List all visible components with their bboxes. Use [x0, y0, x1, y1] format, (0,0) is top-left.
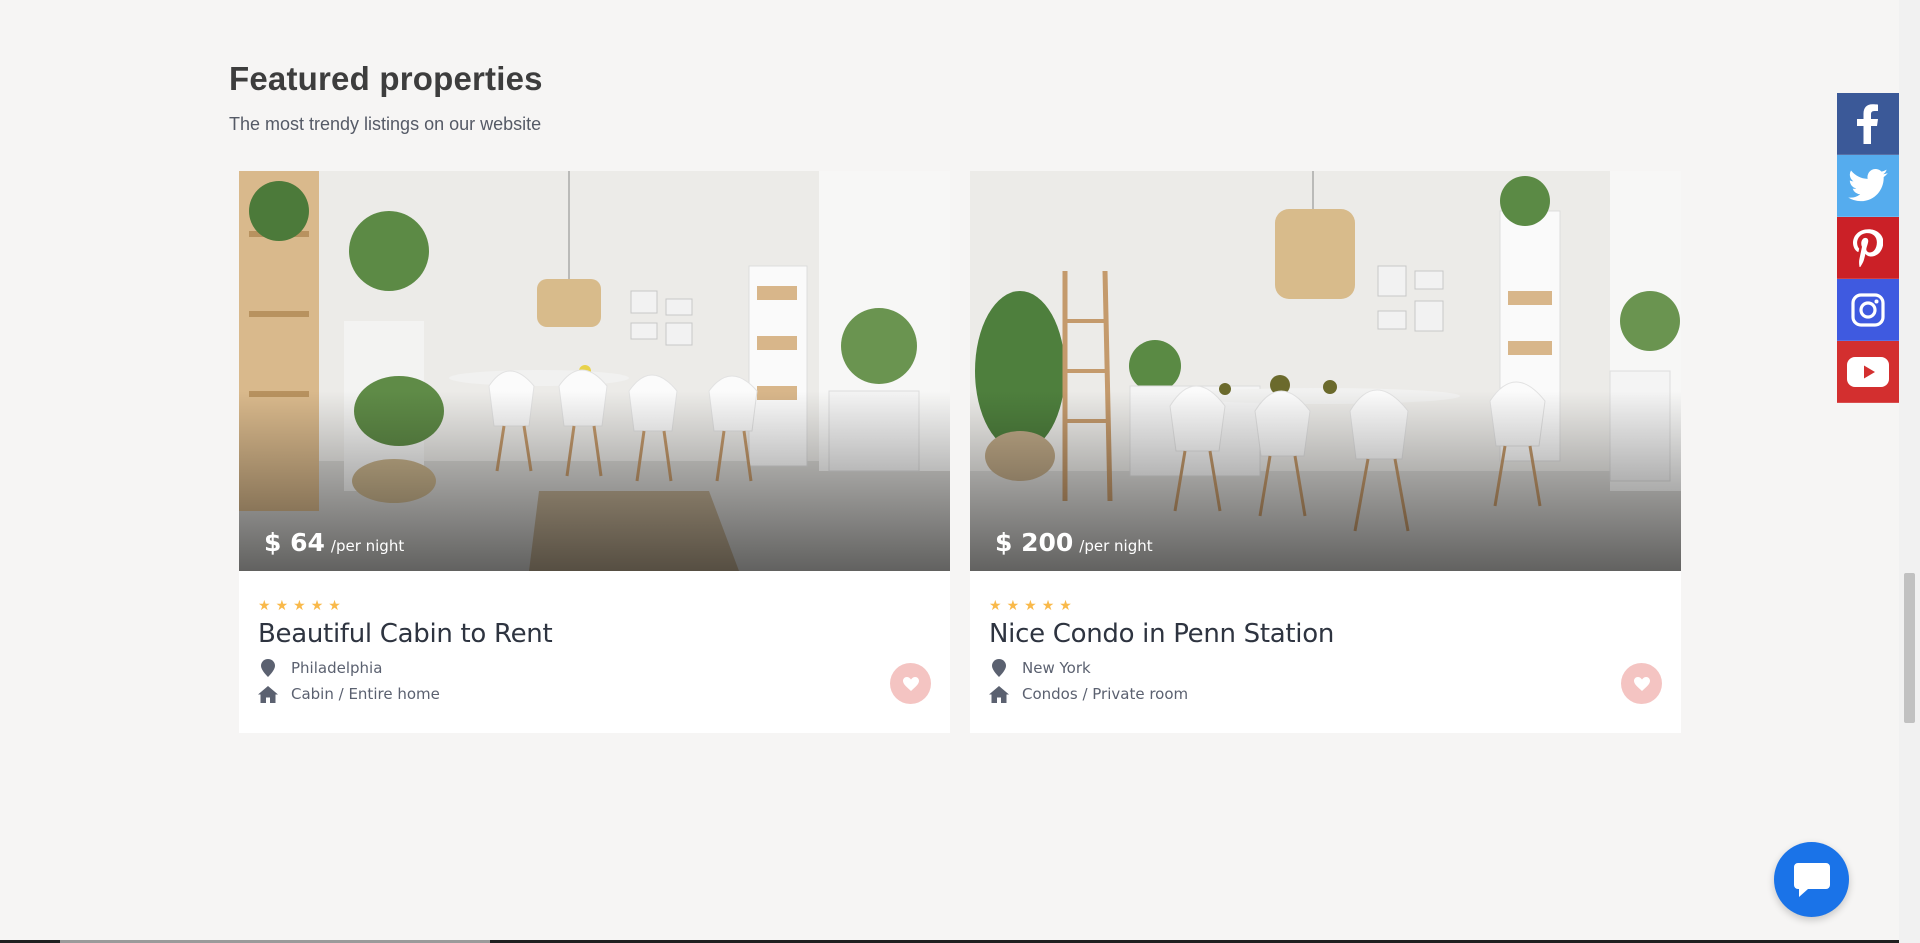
listing-image[interactable]: $ 200 /per night — [970, 171, 1681, 571]
star-icon: ★ — [258, 598, 271, 614]
price-tag: $ 64 /per night — [264, 528, 404, 557]
price-tag: $ 200 /per night — [995, 528, 1153, 557]
section-subtitle: The most trendy listings on our website — [229, 114, 542, 134]
heart-icon — [1633, 676, 1650, 691]
home-icon — [989, 685, 1009, 703]
rating-stars: ★ ★ ★ ★ ★ — [989, 599, 1662, 613]
twitter-icon — [1848, 169, 1888, 202]
vertical-scrollbar[interactable] — [1899, 0, 1920, 943]
location-text: Philadelphia — [291, 659, 383, 677]
social-share-bar — [1837, 93, 1899, 403]
youtube-icon — [1847, 356, 1889, 387]
star-icon: ★ — [275, 598, 289, 614]
star-icon: ★ — [328, 598, 341, 614]
heart-icon — [902, 676, 919, 691]
listing-card[interactable]: $ 64 /per night ★ ★ ★ ★ ★ Beautiful Cabi… — [239, 171, 950, 733]
chat-bubble-icon — [1793, 862, 1830, 897]
listing-location: Philadelphia — [258, 659, 931, 677]
star-icon: ★ — [310, 598, 324, 614]
instagram-button[interactable] — [1837, 279, 1899, 341]
star-icon: ★ — [1059, 598, 1072, 614]
facebook-button[interactable] — [1837, 93, 1899, 155]
section-title: Featured properties — [229, 60, 543, 97]
chat-button[interactable] — [1774, 842, 1849, 917]
listing-body: ★ ★ ★ ★ ★ Beautiful Cabin to Rent Philad… — [239, 571, 950, 733]
listing-type: Condos / Private room — [989, 685, 1662, 703]
home-icon — [258, 685, 278, 703]
location-text: New York — [1022, 659, 1091, 677]
twitter-button[interactable] — [1837, 155, 1899, 217]
price-unit: /per night — [1079, 537, 1153, 555]
type-text: Cabin / Entire home — [291, 685, 440, 703]
listing-title[interactable]: Nice Condo in Penn Station — [989, 619, 1662, 649]
youtube-button[interactable] — [1837, 341, 1899, 403]
star-icon: ★ — [1041, 598, 1055, 614]
favorite-button[interactable] — [890, 663, 931, 704]
listing-location: New York — [989, 659, 1662, 677]
instagram-icon — [1851, 292, 1885, 327]
favorite-button[interactable] — [1621, 663, 1662, 704]
map-marker-icon — [989, 659, 1009, 677]
pinterest-button[interactable] — [1837, 217, 1899, 279]
facebook-icon — [1857, 103, 1878, 144]
star-icon: ★ — [1006, 598, 1020, 614]
star-icon: ★ — [989, 598, 1002, 614]
star-icon: ★ — [293, 598, 306, 614]
price-amount: $ 64 — [264, 528, 325, 557]
listing-title[interactable]: Beautiful Cabin to Rent — [258, 619, 931, 649]
listing-card[interactable]: $ 200 /per night ★ ★ ★ ★ ★ Nice Condo in… — [970, 171, 1681, 733]
star-icon: ★ — [1024, 598, 1037, 614]
room-photo-illustration — [239, 171, 950, 571]
price-unit: /per night — [330, 537, 405, 555]
room-photo-illustration — [970, 171, 1681, 571]
scrollbar-thumb[interactable] — [1904, 573, 1915, 723]
listing-image[interactable]: $ 64 /per night — [239, 171, 950, 571]
rating-stars: ★ ★ ★ ★ ★ — [258, 599, 931, 613]
price-amount: $ 200 — [995, 528, 1074, 557]
pinterest-icon — [1853, 228, 1883, 267]
map-marker-icon — [258, 659, 278, 677]
listing-body: ★ ★ ★ ★ ★ Nice Condo in Penn Station New… — [970, 571, 1681, 733]
type-text: Condos / Private room — [1022, 685, 1189, 703]
page: Featured properties The most trendy list… — [0, 0, 1920, 943]
listing-type: Cabin / Entire home — [258, 685, 931, 703]
